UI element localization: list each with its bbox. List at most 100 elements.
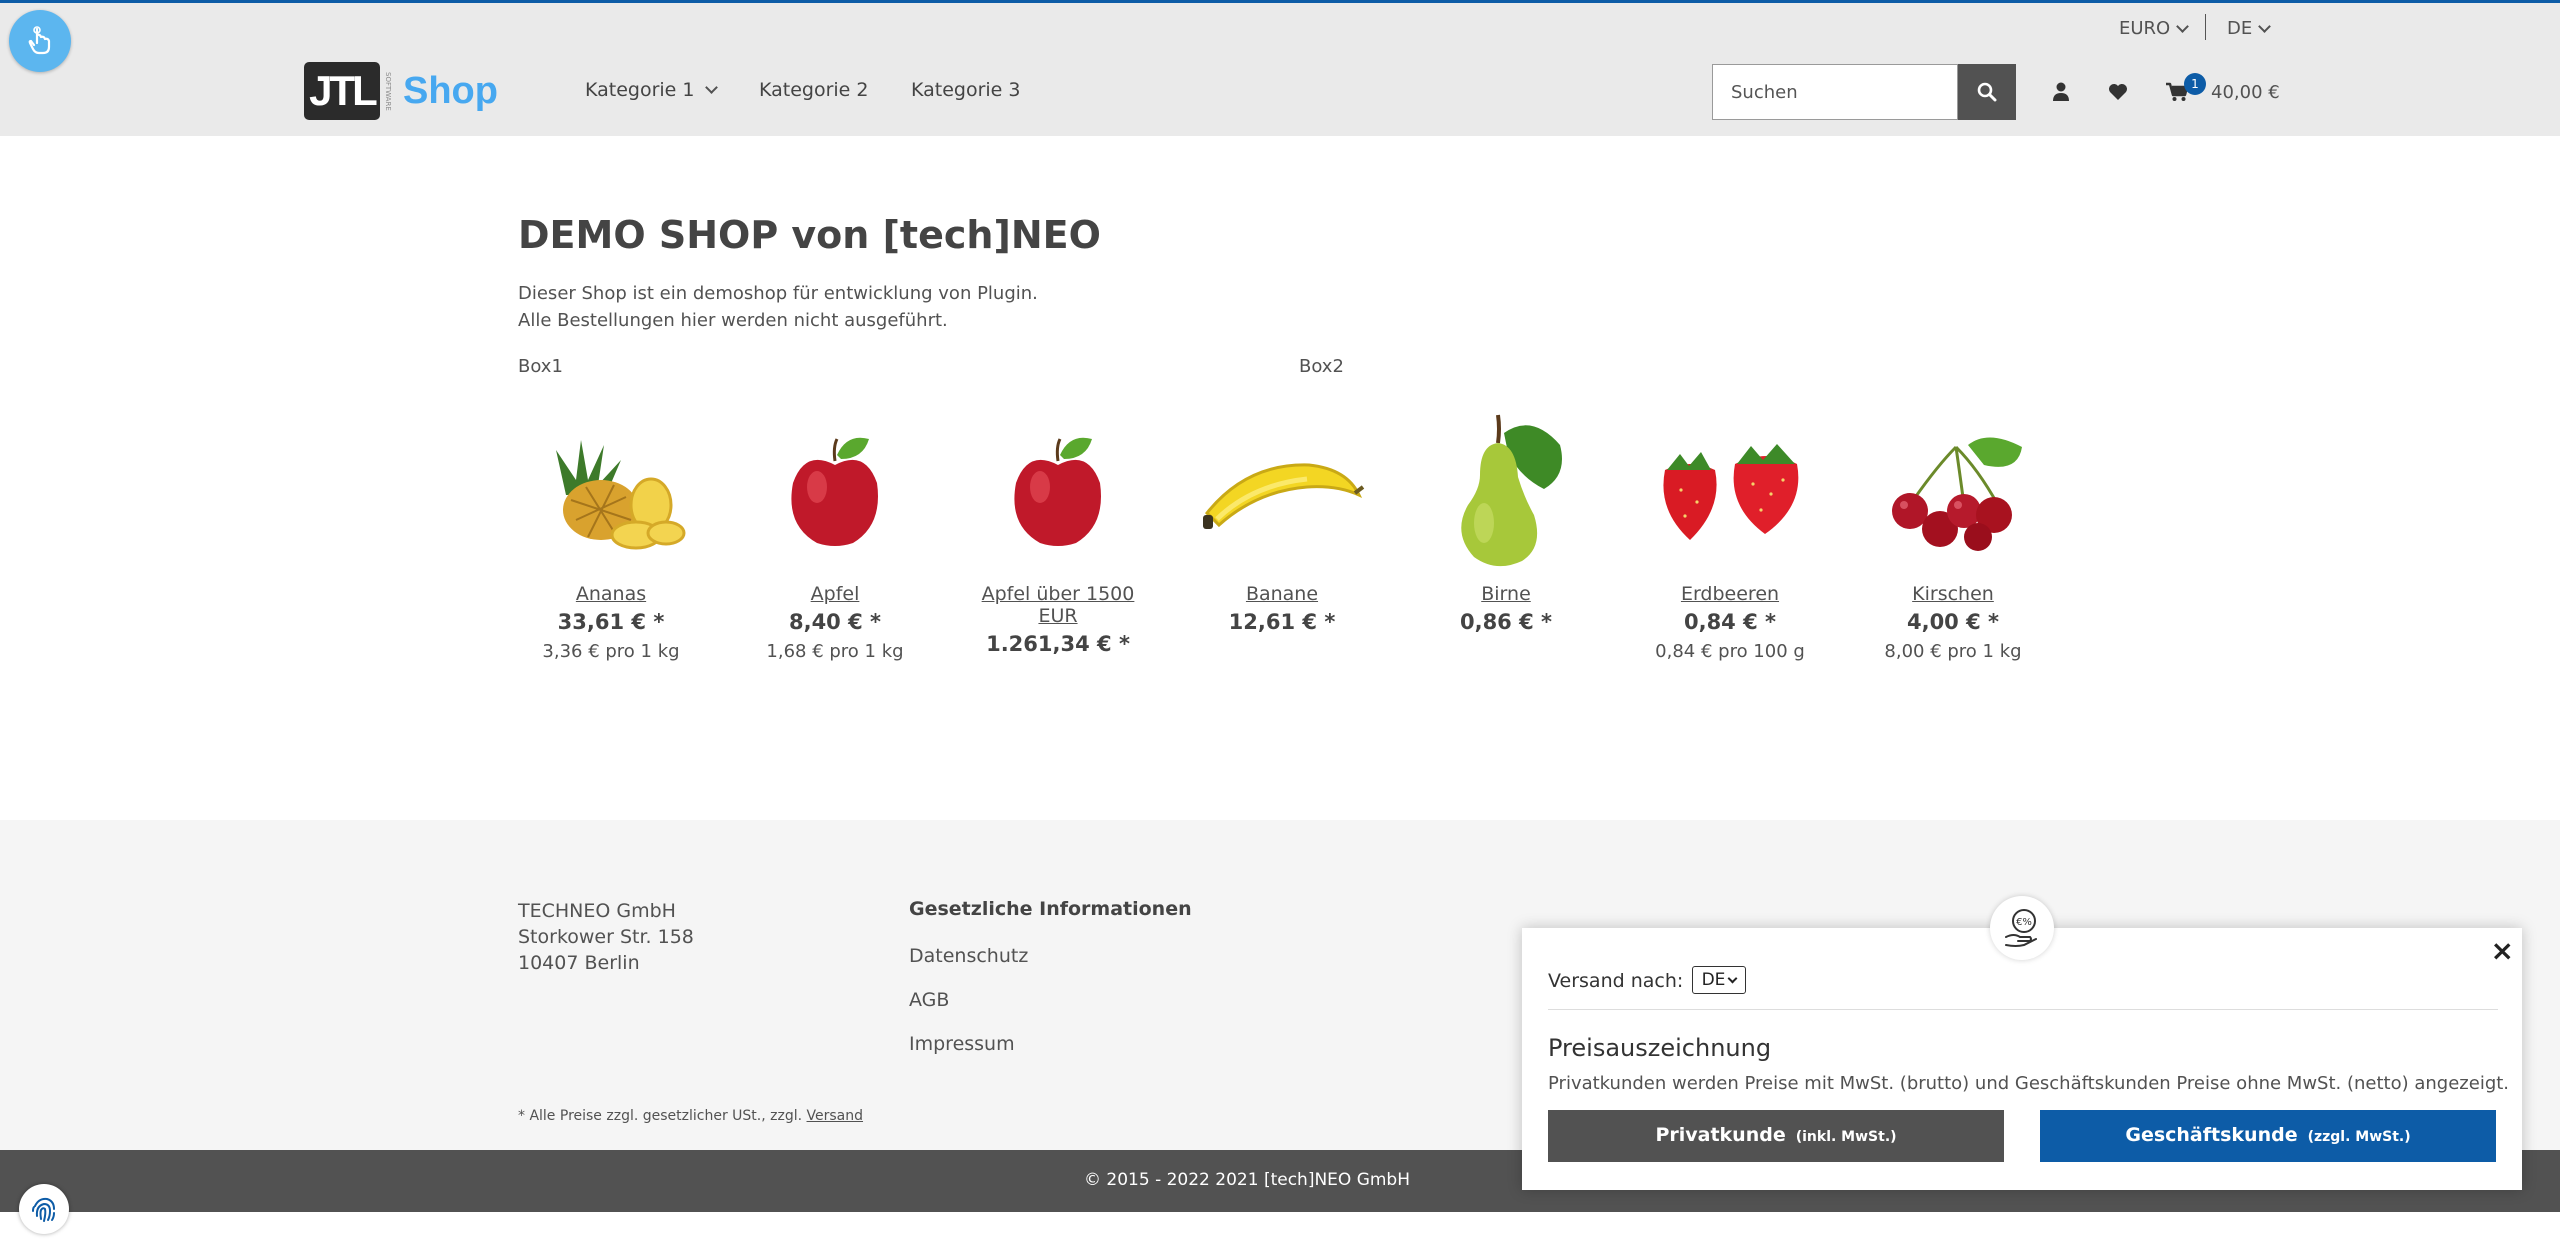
heart-icon (2109, 84, 2127, 100)
price-tag-icon: €% (2005, 909, 2037, 947)
topbar-divider (2205, 14, 2206, 40)
private-button-note: (inkl. MwSt.) (1795, 1129, 1897, 1145)
product-name-link[interactable]: Ananas (516, 583, 706, 605)
pineapple-icon (556, 440, 686, 550)
product-image[interactable] (740, 400, 930, 580)
price-display-popup: × Versand nach: DE Preisauszeichnung Pri… (1522, 928, 2522, 1190)
chevron-down-icon (2176, 19, 2190, 33)
account-button[interactable] (2052, 82, 2070, 106)
product-price: 33,61 € * (557, 610, 665, 634)
footer-address-line-1: TECHNEO GmbH (518, 900, 676, 922)
footer-link-datenschutz[interactable]: Datenschutz (909, 945, 1028, 967)
logo-mark: JTL (304, 62, 380, 120)
badge-text: €% (2016, 917, 2032, 928)
shipping-country-label: Versand nach: (1548, 970, 1684, 992)
product-price: 1.261,34 € * (986, 632, 1130, 656)
business-customer-button[interactable]: Geschäftskunde (zzgl. MwSt.) (2040, 1110, 2496, 1162)
footer-price-note: * Alle Preise zzgl. gesetzlicher USt., z… (518, 1108, 863, 1124)
footer-link-agb[interactable]: AGB (909, 989, 949, 1011)
page-title: DEMO SHOP von [tech]NEO (518, 213, 1101, 257)
footer-legal-title: Gesetzliche Informationen (909, 898, 1192, 920)
price-toggle-badge[interactable]: €% (1990, 896, 2054, 960)
logo-side-text: SOFTWARE (384, 71, 392, 111)
business-button-label: Geschäftskunde (2125, 1124, 2298, 1146)
product-unit-price: 8,00 € pro 1 kg (1884, 641, 2022, 662)
product-card-banane[interactable]: Banane 12,61 € * (1187, 400, 1377, 641)
cherries-icon (1892, 437, 2022, 551)
accessibility-button[interactable] (9, 10, 71, 72)
close-icon[interactable]: × (2491, 934, 2514, 967)
box1-label: Box1 (518, 356, 563, 377)
pear-icon (1461, 414, 1562, 567)
product-unit-price: 0,84 € pro 100 g (1655, 641, 1805, 662)
product-name-link[interactable]: Erdbeeren (1635, 583, 1825, 605)
search-form (1712, 64, 2016, 120)
product-card-ananas[interactable]: Ananas 33,61 € * 3,36 € pro 1 kg (516, 400, 706, 662)
intro-text-line-2: Alle Bestellungen hier werden nicht ausg… (518, 310, 948, 331)
search-input[interactable] (1712, 64, 1958, 120)
product-card-birne[interactable]: Birne 0,86 € * (1411, 400, 1601, 641)
nav-item-label: Kategorie 3 (911, 79, 1021, 101)
business-button-note: (zzgl. MwSt.) (2307, 1129, 2411, 1145)
product-card-apfel[interactable]: Apfel 8,40 € * 1,68 € pro 1 kg (740, 400, 930, 662)
product-image[interactable] (516, 400, 706, 580)
product-image[interactable] (1858, 400, 2048, 580)
copyright-text: © 2015 - 2022 2021 [tech]NEO GmbH (1084, 1170, 1411, 1190)
chevron-down-icon (1727, 973, 1738, 983)
popup-divider (1548, 1009, 2498, 1010)
apple-icon (1014, 437, 1101, 546)
product-name-link[interactable]: Banane (1187, 583, 1377, 605)
search-icon (1977, 82, 1997, 102)
cart-count-badge: 1 (2184, 73, 2206, 95)
product-price: 0,84 € * (1683, 610, 1777, 634)
product-image[interactable] (963, 400, 1153, 580)
wishlist-button[interactable] (2108, 83, 2128, 105)
search-button[interactable] (1958, 64, 2016, 120)
product-name-link[interactable]: Apfel über 1500 EUR (963, 583, 1153, 627)
banana-icon (1203, 463, 1365, 529)
user-icon (2053, 82, 2069, 101)
product-name-link[interactable]: Apfel (740, 583, 930, 605)
private-customer-button[interactable]: Privatkunde (inkl. MwSt.) (1548, 1110, 2004, 1162)
product-image[interactable] (1635, 400, 1825, 580)
shipping-country-value: DE (1701, 970, 1726, 990)
logo-shop-text: Shop (403, 69, 498, 112)
nav-item-label: Kategorie 2 (759, 79, 869, 101)
fingerprint-icon (32, 1197, 55, 1222)
product-card-erdbeeren[interactable]: Erdbeeren 0,84 € * 0,84 € pro 100 g (1635, 400, 1825, 662)
nav-item-kategorie-2[interactable]: Kategorie 2 (759, 79, 869, 101)
product-image[interactable] (1187, 400, 1377, 580)
cart-total[interactable]: 40,00 € (2211, 82, 2280, 103)
private-button-label: Privatkunde (1655, 1124, 1786, 1146)
intro-text-line-1: Dieser Shop ist ein demoshop für entwick… (518, 283, 1038, 304)
shop-logo[interactable]: JTL SOFTWARE Shop (304, 62, 498, 120)
nav-item-kategorie-1[interactable]: Kategorie 1 (585, 79, 718, 101)
popup-title: Preisauszeichnung (1548, 1034, 1772, 1062)
touch-hand-icon (28, 26, 51, 55)
shipping-country-select[interactable]: DE (1692, 966, 1746, 994)
popup-description: Privatkunden werden Preise mit MwSt. (br… (1548, 1073, 2510, 1094)
product-price: 8,40 € * (788, 610, 882, 634)
product-card-apfel-ueber-1500[interactable]: Apfel über 1500 EUR 1.261,34 € * (963, 400, 1153, 663)
product-image[interactable] (1411, 400, 1601, 580)
language-label: DE (2227, 18, 2253, 39)
product-card-kirschen[interactable]: Kirschen 4,00 € * 8,00 € pro 1 kg (1858, 400, 2048, 662)
product-name-link[interactable]: Birne (1411, 583, 1601, 605)
product-name-link[interactable]: Kirschen (1858, 583, 2048, 605)
footer-link-impressum[interactable]: Impressum (909, 1033, 1015, 1055)
shipping-link[interactable]: Versand (807, 1108, 864, 1124)
product-price: 4,00 € * (1906, 610, 2000, 634)
nav-item-kategorie-3[interactable]: Kategorie 3 (911, 79, 1021, 101)
chevron-down-icon (704, 81, 718, 94)
footer-address-line-2: Storkower Str. 158 (518, 926, 694, 948)
chevron-down-icon (2258, 19, 2272, 33)
currency-select[interactable]: EURO (2119, 18, 2190, 39)
footer-address-line-3: 10407 Berlin (518, 952, 640, 974)
product-unit-price: 1,68 € pro 1 kg (766, 641, 904, 662)
currency-label: EURO (2119, 18, 2171, 39)
product-price: 12,61 € * (1228, 610, 1336, 634)
language-select[interactable]: DE (2227, 18, 2272, 39)
consent-settings-button[interactable] (19, 1184, 69, 1234)
box2-label: Box2 (1299, 356, 1344, 377)
price-note-text: * Alle Preise zzgl. gesetzlicher USt., z… (518, 1108, 803, 1124)
